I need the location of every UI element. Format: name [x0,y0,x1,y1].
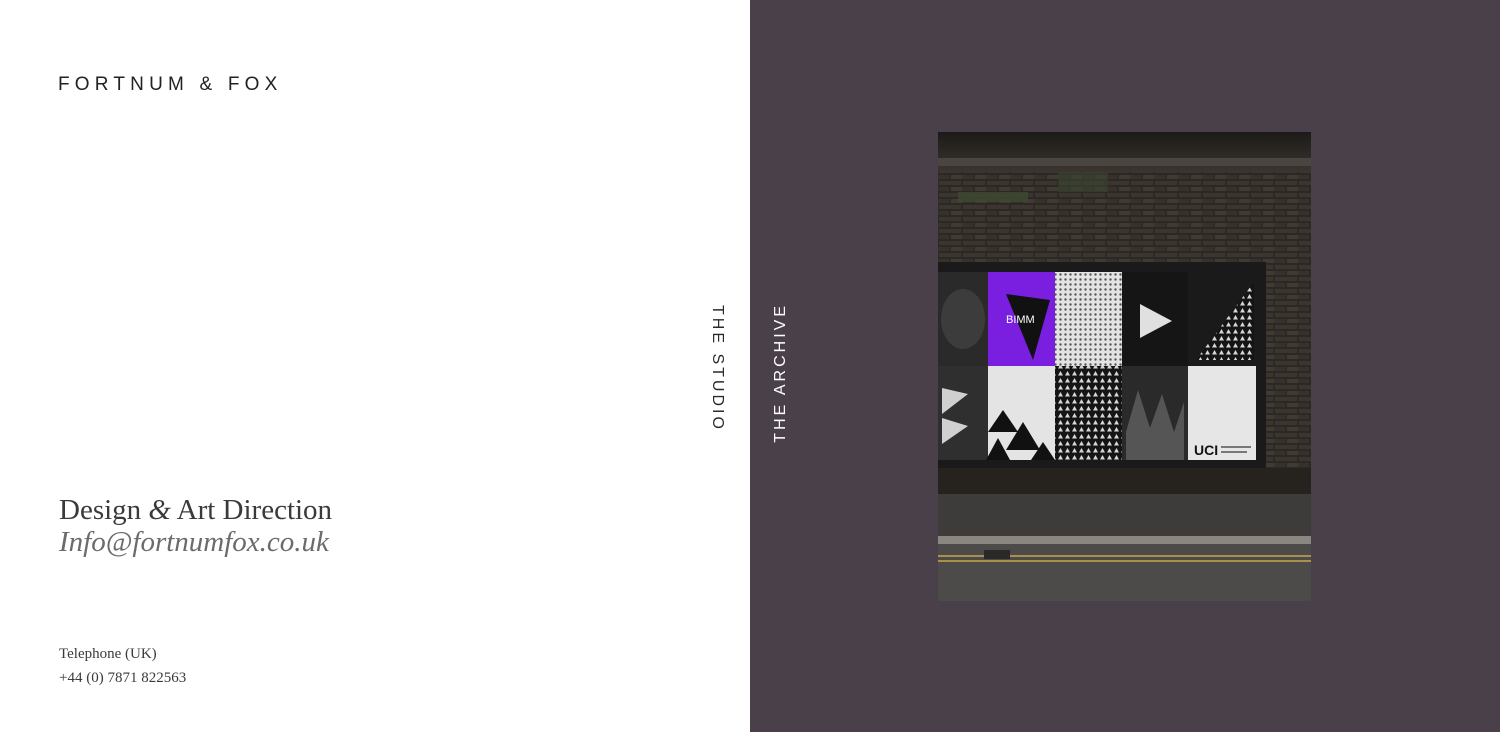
archive-nav-link[interactable]: THE ARCHIVE [772,303,790,443]
studio-nav-link[interactable]: THE STUDIO [708,305,726,432]
archive-feature-image[interactable]: BIMM UCI [938,132,1311,601]
tagline-ampersand: & [148,494,171,526]
brand-logo[interactable]: FORTNUM & FOX [58,74,283,96]
billboard-photo: BIMM UCI [938,132,1311,601]
telephone-number[interactable]: +44 (0) 7871 822563 [59,670,186,687]
studio-panel: FORTNUM & FOX Design & Art Direction Inf… [0,0,750,732]
tagline-part-1: Design [59,494,149,526]
pavement [938,494,1311,538]
poster-label-bimm: BIMM [1006,314,1035,326]
tagline-part-2: Art Direction [170,494,333,526]
telephone-label: Telephone (UK) [59,646,157,662]
tagline: Design & Art Direction [59,494,332,526]
poster-label-uci: UCI [1194,442,1218,458]
email-link[interactable]: Info@fortnumfox.co.uk [59,526,329,558]
